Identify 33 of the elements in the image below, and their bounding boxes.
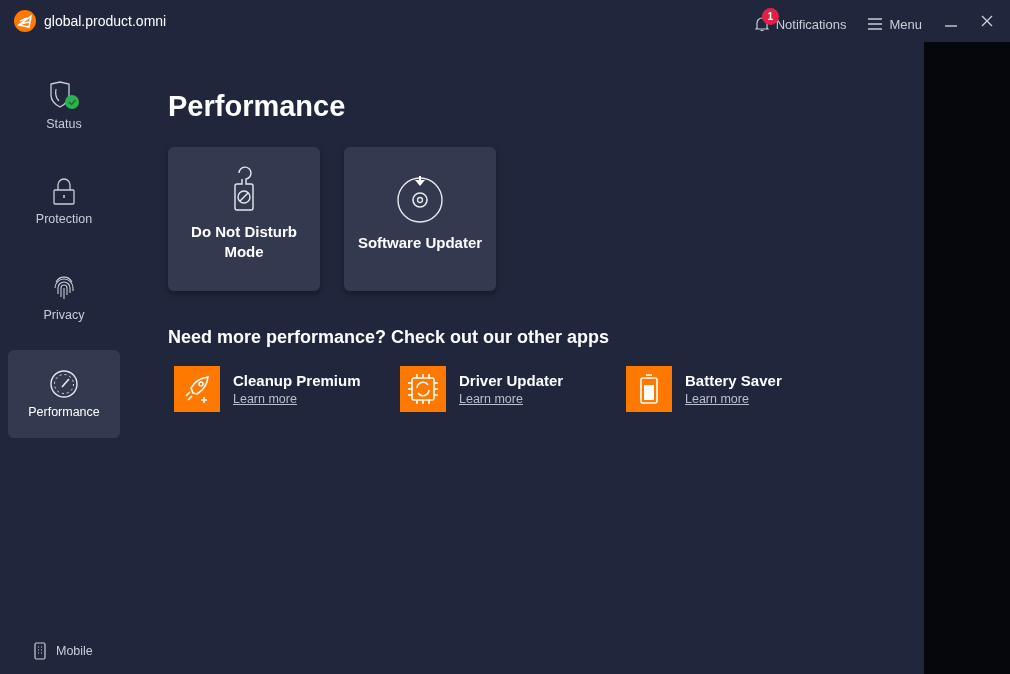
sidebar-item[interactable]: Performance	[8, 350, 120, 438]
battery-icon	[626, 366, 672, 412]
section-heading: Need more performance? Check out our other apps	[168, 327, 611, 348]
notifications-button[interactable]: 1 Notifications	[748, 6, 853, 36]
logo-icon	[14, 10, 36, 32]
phone-icon	[34, 642, 46, 660]
rocket-icon	[174, 366, 220, 412]
page-title: Performance	[168, 90, 347, 123]
fingerprint-icon	[52, 274, 76, 302]
mobile-button[interactable]: Mobile	[8, 642, 128, 660]
menu-icon	[868, 18, 883, 30]
app-name: Driver Updater	[459, 372, 564, 389]
menu-button[interactable]: Menu	[862, 6, 928, 36]
feature-tile[interactable]: Do Not Disturb Mode	[168, 147, 320, 291]
window-title: global.product.omni	[44, 13, 167, 29]
disc-download-icon	[396, 174, 444, 223]
app-name: Cleanup Premium	[233, 372, 361, 389]
shield-check-icon	[47, 81, 81, 111]
padlock-icon	[52, 178, 76, 206]
feature-tile[interactable]: Software Updater	[344, 147, 496, 291]
learn-more-link[interactable]: Learn more	[459, 392, 523, 406]
close-icon	[980, 14, 994, 28]
sidebar-item[interactable]: Protection	[8, 158, 120, 246]
learn-more-link[interactable]: Learn more	[685, 392, 749, 406]
app-name: Battery Saver	[685, 372, 782, 389]
learn-more-link[interactable]: Learn more	[233, 392, 297, 406]
chip-refresh-icon	[400, 366, 446, 412]
bell-icon	[754, 16, 769, 32]
minimize-icon	[945, 25, 957, 27]
sidebar-item[interactable]: Status	[8, 62, 120, 150]
sidebar-item[interactable]: Privacy	[8, 254, 120, 342]
speedometer-icon	[49, 369, 79, 399]
door-hanger-icon	[231, 165, 257, 212]
